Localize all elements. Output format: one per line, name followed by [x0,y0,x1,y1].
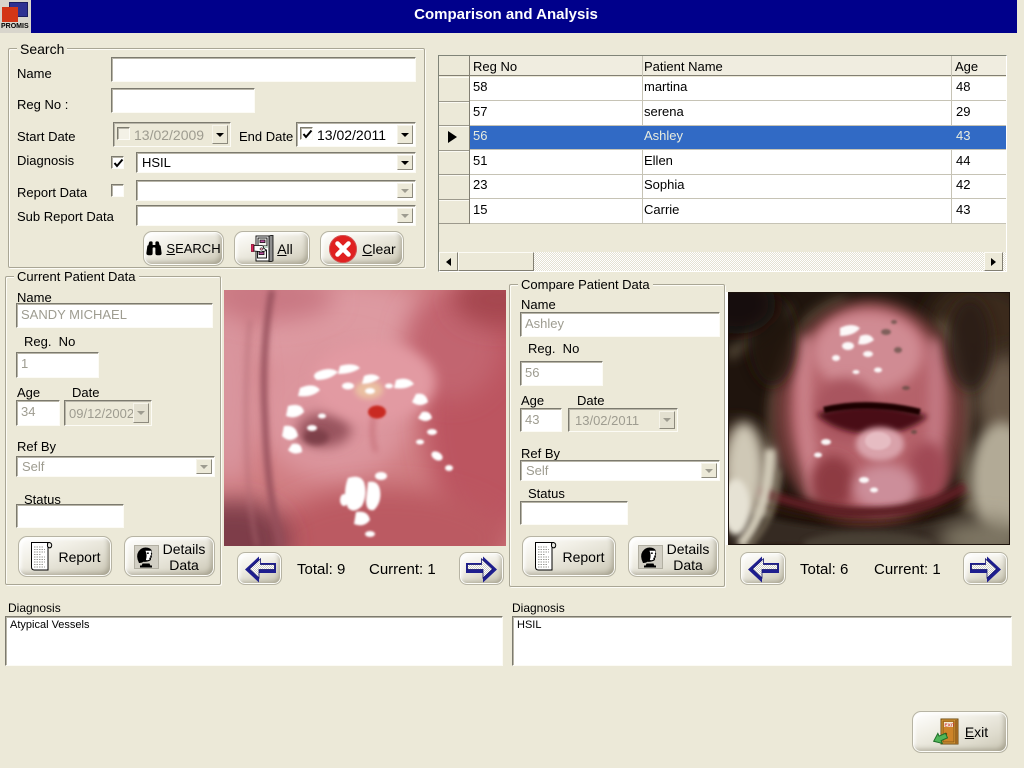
svg-text:EXIT: EXIT [944,723,954,728]
